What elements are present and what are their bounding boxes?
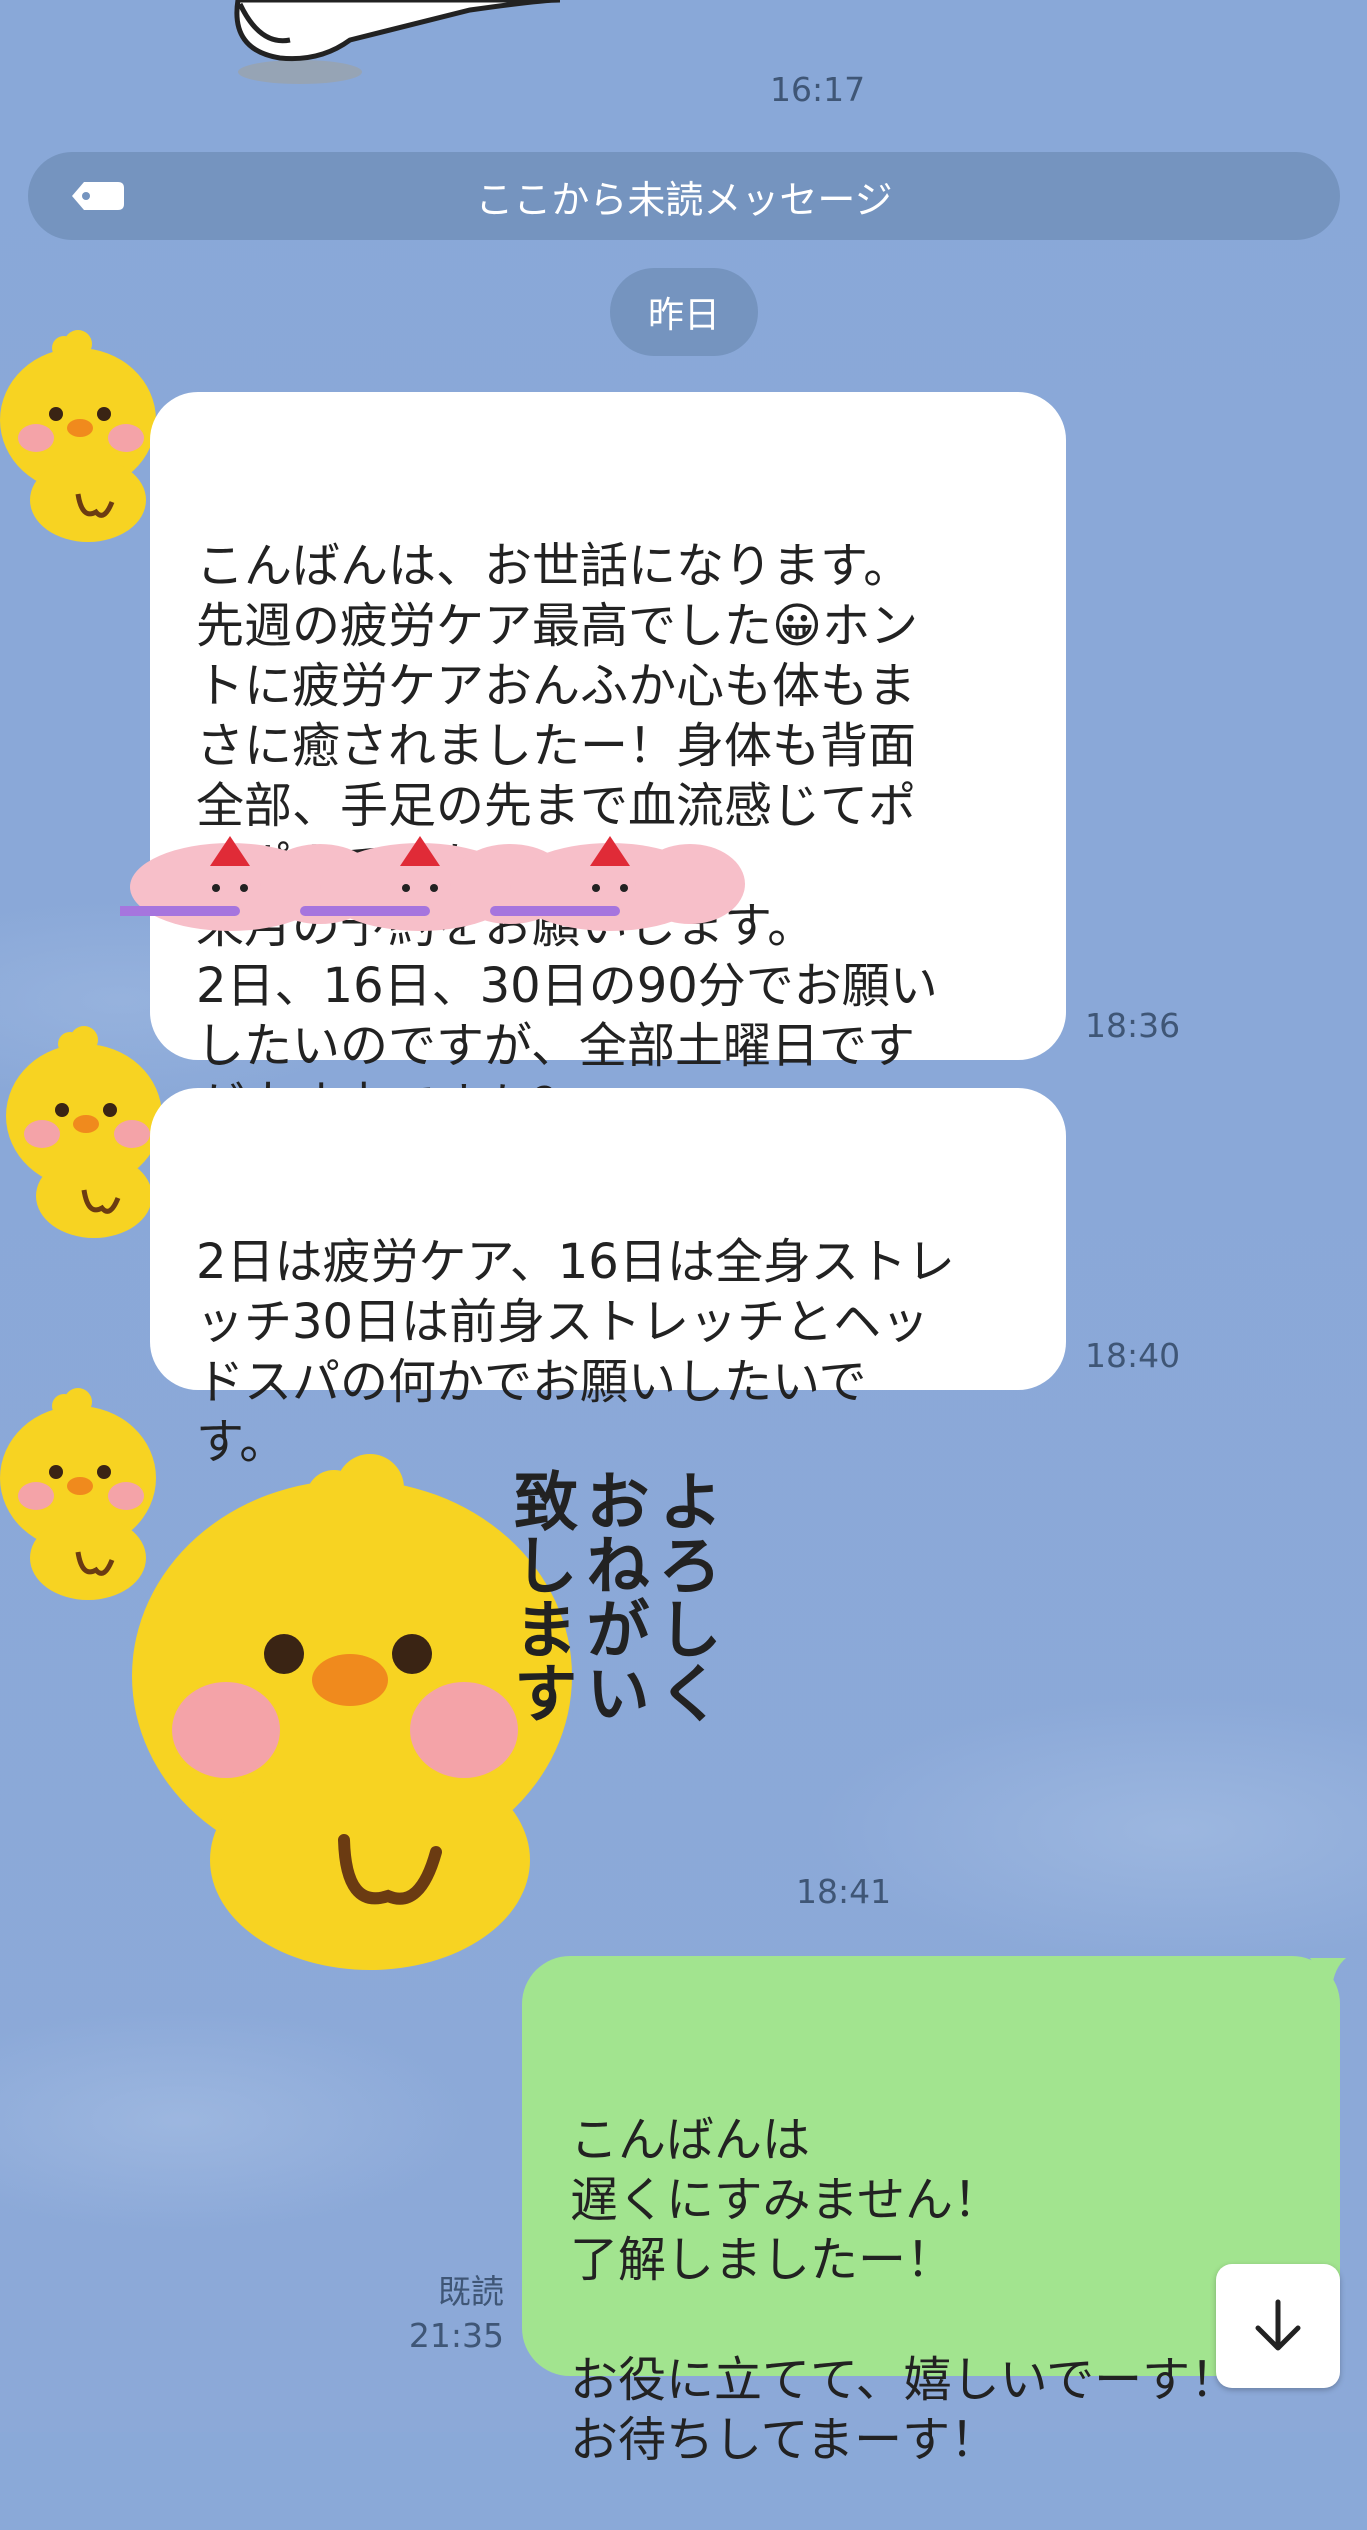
bubble-tail	[1310, 1958, 1346, 1988]
sticker-caption: よろしく おねがい 致します	[503, 1468, 721, 1724]
partial-sticker-top	[234, 0, 561, 84]
sticker-caption-line2: おねがい	[575, 1468, 649, 1724]
tag-icon	[72, 182, 124, 210]
unread-divider: ここから未読メッセージ	[28, 152, 1340, 240]
sticker-caption-line1: よろしく	[647, 1468, 721, 1724]
read-label: 既読	[438, 2272, 504, 2311]
message-time: 18:40	[1085, 1336, 1181, 1375]
sticker-message[interactable]: よろしく おねがい 致します	[120, 1440, 740, 1980]
message-text: 2日は疲労ケア、16日は全身ストレ ッチ30日は前身ストレッチとヘッ ドスパの何…	[196, 1234, 955, 1470]
message-time: 18:41	[796, 1872, 892, 1911]
unread-divider-label: ここから未読メッセージ	[475, 177, 893, 222]
incoming-message[interactable]: 2日は疲労ケア、16日は全身ストレ ッチ30日は前身ストレッチとヘッ ドスパの何…	[150, 1088, 1066, 1470]
message-time: 21:35	[408, 2316, 504, 2355]
scroll-to-bottom-button[interactable]	[1216, 2264, 1340, 2388]
arrow-down-icon	[1255, 2299, 1301, 2351]
message-time: 16:17	[770, 70, 866, 109]
overlay-sticker	[120, 836, 745, 931]
sender-avatar[interactable]	[6, 1018, 166, 1238]
sticker-caption-line3: 致します	[503, 1468, 577, 1724]
incoming-message[interactable]: こんばんは、お世話になります。 先週の疲労ケア最高でした😀ホン トに疲労ケアおん…	[120, 392, 1066, 1134]
sender-avatar[interactable]	[0, 322, 160, 542]
read-status: 既読 21:35	[380, 2270, 504, 2358]
message-time: 18:36	[1085, 1006, 1181, 1045]
message-text: こんばんは 遅くにすみません！ 了解しましたー！ お役に立てて、嬉しいでーす！ …	[570, 2112, 1239, 2468]
date-separator: 昨日	[610, 268, 758, 356]
